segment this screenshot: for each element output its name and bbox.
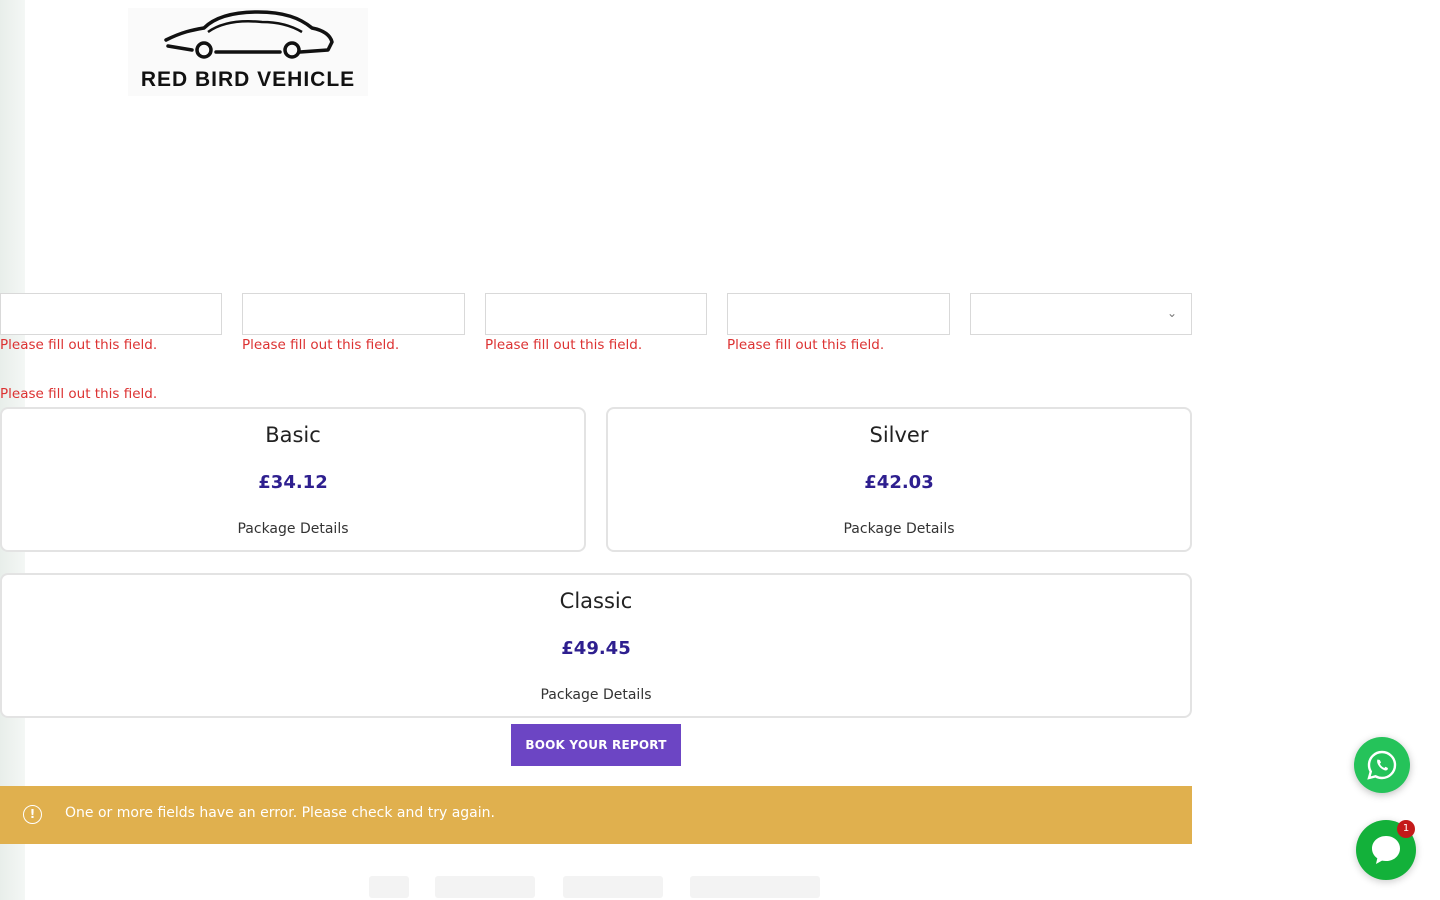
- package-price: £49.45: [561, 638, 631, 659]
- package-title: Silver: [869, 423, 929, 447]
- brand-logo[interactable]: RED BIRD VEHICLE: [128, 8, 368, 96]
- field-4-error: Please fill out this field.: [727, 337, 885, 353]
- partner-logos: [365, 868, 825, 900]
- partner-logo: [563, 876, 663, 898]
- package-card-silver[interactable]: Silver £42.03 Package Details: [606, 407, 1192, 552]
- form-select[interactable]: ⌄: [970, 293, 1192, 335]
- package-details-link[interactable]: Package Details: [608, 521, 1190, 537]
- partner-logo: [690, 876, 820, 898]
- package-details-link[interactable]: Package Details: [2, 687, 1190, 703]
- field-2-error: Please fill out this field.: [242, 337, 400, 353]
- package-title: Classic: [559, 589, 633, 613]
- form-field-2[interactable]: [242, 293, 465, 335]
- brand-name: RED BIRD VEHICLE: [140, 68, 356, 91]
- package-price: £34.12: [258, 472, 328, 493]
- book-report-button[interactable]: BOOK YOUR REPORT: [511, 724, 681, 766]
- partner-logo: [369, 876, 409, 898]
- text-input-4[interactable]: [728, 294, 949, 334]
- package-card-basic[interactable]: Basic £34.12 Package Details: [0, 407, 586, 552]
- chat-bubble-icon: [1372, 836, 1400, 864]
- info-circle-icon: !: [23, 805, 42, 824]
- form-field-1[interactable]: [0, 293, 222, 335]
- form-field-4[interactable]: [727, 293, 950, 335]
- text-input-2[interactable]: [243, 294, 464, 334]
- package-error: Please fill out this field.: [0, 386, 158, 402]
- partner-logo: [435, 876, 535, 898]
- package-card-classic[interactable]: Classic £49.45 Package Details: [0, 573, 1192, 718]
- text-input-3[interactable]: [486, 294, 706, 334]
- package-title: Basic: [265, 423, 321, 447]
- field-3-error: Please fill out this field.: [485, 337, 643, 353]
- form-field-3[interactable]: [485, 293, 707, 335]
- whatsapp-button[interactable]: [1354, 737, 1410, 793]
- car-silhouette-icon: [164, 10, 334, 59]
- alert-message: One or more fields have an error. Please…: [65, 805, 495, 821]
- chat-unread-badge: 1: [1397, 820, 1415, 838]
- package-price: £42.03: [864, 472, 934, 493]
- package-details-link[interactable]: Package Details: [2, 521, 584, 537]
- chevron-down-icon: ⌄: [1166, 306, 1177, 320]
- text-input-1[interactable]: [1, 294, 221, 334]
- field-1-error: Please fill out this field.: [0, 337, 158, 353]
- whatsapp-icon: [1367, 750, 1397, 780]
- form-error-alert: ! One or more fields have an error. Plea…: [0, 786, 1192, 844]
